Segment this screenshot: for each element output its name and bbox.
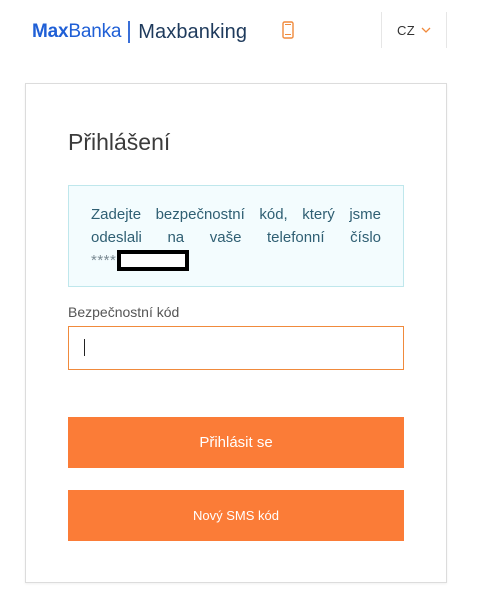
header: Max Banka Maxbanking CZ bbox=[0, 0, 487, 62]
login-card: Přihlášení Zadejte bezpečnostní kód, kte… bbox=[25, 83, 447, 583]
resend-sms-button[interactable]: Nový SMS kód bbox=[68, 490, 404, 541]
info-text-line-2: odeslali na vaše telefonní číslo bbox=[91, 229, 381, 246]
logo-banka-text: Banka bbox=[68, 21, 122, 42]
logo-product-name: Maxbanking bbox=[138, 20, 248, 43]
page-title: Přihlášení bbox=[68, 129, 171, 155]
security-code-input[interactable] bbox=[68, 326, 404, 370]
language-label: CZ bbox=[397, 22, 415, 38]
login-button[interactable]: Přihlásit se bbox=[68, 417, 404, 468]
logo-max-text: Max bbox=[32, 21, 69, 42]
security-code-label: Bezpečnostní kód bbox=[68, 304, 180, 320]
masked-phone-prefix: **** bbox=[91, 252, 117, 269]
logo-divider bbox=[128, 21, 131, 43]
redacted-phone-digits bbox=[117, 250, 190, 271]
maxbanka-logo[interactable]: Max Banka Maxbanking bbox=[32, 18, 247, 46]
masked-phone-number: **** bbox=[91, 249, 381, 272]
sms-info-message: Zadejte bezpečnostní kód, který jsme ode… bbox=[68, 185, 404, 287]
chevron-down-icon bbox=[421, 27, 431, 33]
info-text-line-1: Zadejte bezpečnostní kód, který jsme bbox=[91, 206, 381, 223]
language-selector[interactable]: CZ bbox=[381, 12, 447, 48]
text-cursor bbox=[84, 339, 85, 356]
mobile-phone-icon[interactable] bbox=[282, 21, 294, 39]
